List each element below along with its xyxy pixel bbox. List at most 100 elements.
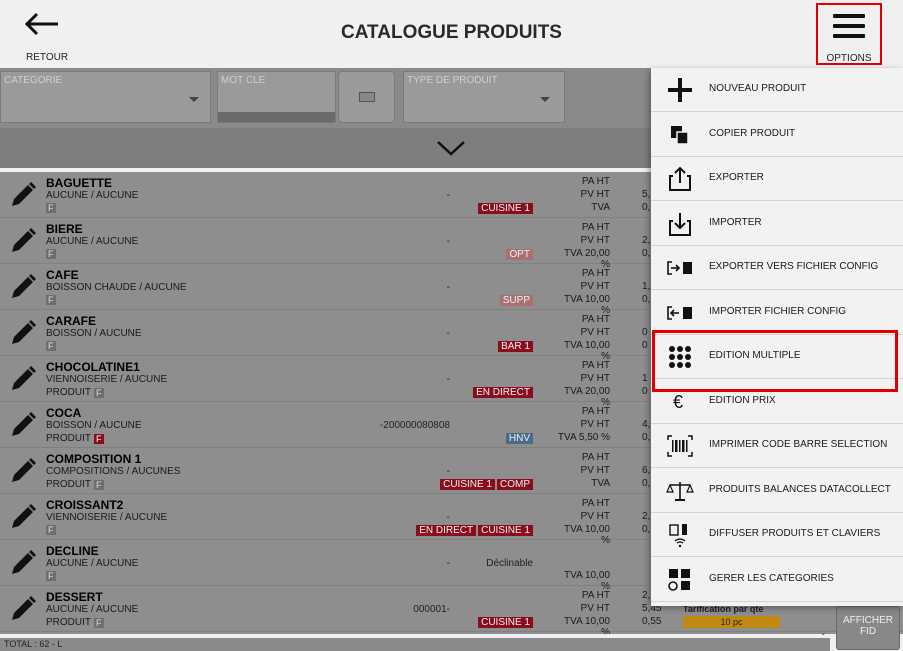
tva-value: 0, (642, 294, 651, 305)
pv-label: PV HT (580, 465, 610, 476)
show-fid-line1: AFFICHER (843, 615, 893, 626)
pa-label: PA HT (581, 498, 610, 509)
product-type: F (46, 341, 56, 351)
pv-value: 1, (642, 281, 651, 292)
menu-item-broadcast[interactable]: DIFFUSER PRODUITS ET CLAVIERS (651, 513, 903, 557)
f-badge: F (94, 479, 104, 490)
edit-pencil-icon[interactable] (8, 410, 38, 445)
product-category: VIENNOISERIE / AUCUNE (46, 512, 168, 523)
hamburger-icon (833, 14, 865, 44)
keyword-input[interactable]: MOT CLE (217, 71, 336, 123)
menu-item-multi-edit[interactable]: EDITION MULTIPLE (651, 335, 903, 379)
import-config-icon (665, 299, 695, 327)
pa-value: 2, (642, 590, 651, 601)
menu-item-label: DIFFUSER PRODUITS ET CLAVIERS (709, 528, 881, 539)
menu-item-label: IMPORTER FICHIER CONFIG (709, 305, 847, 317)
pricing-value: 10 pc (683, 616, 780, 628)
edit-pencil-icon[interactable] (8, 318, 38, 353)
product-tag: CUISINE 1 (478, 617, 533, 628)
f-badge: F (46, 203, 56, 213)
product-tags: CUISINE 1 (478, 617, 533, 628)
product-category: COMPOSITIONS / AUCUNES (46, 466, 181, 477)
product-type-label: PRODUIT (46, 387, 91, 398)
pv-label: PV HT (580, 603, 610, 614)
pa-label: PA HT (581, 176, 610, 187)
menu-item-label: EDITION MULTIPLE (709, 350, 801, 361)
pv-value: 2, (642, 511, 651, 522)
tva-value: 0, (642, 524, 651, 535)
menu-item-euro[interactable]: € EDITION PRIX (651, 380, 903, 424)
show-fid-line2: FID (859, 626, 877, 637)
product-type: PRODUIT F (46, 387, 104, 398)
pa-label: PA HT (581, 360, 610, 371)
euro-icon: € (665, 388, 695, 416)
product-tags: OPT (506, 249, 533, 260)
menu-item-scale[interactable]: PRODUITS BALANCES DATACOLLECT (651, 469, 903, 513)
menu-item-export-config[interactable]: EXPORTER VERS FICHIER CONFIG (651, 246, 903, 290)
tva-value: 0,55 (642, 616, 662, 627)
options-button[interactable]: OPTIONS (816, 3, 882, 65)
menu-item-barcode[interactable]: IMPRIMER CODE BARRE SELECTION (651, 424, 903, 468)
plus-icon (665, 76, 695, 104)
product-barcode: - (446, 328, 450, 339)
product-type: F (46, 295, 56, 305)
edit-pencil-icon[interactable] (8, 364, 38, 399)
options-label: OPTIONS (826, 53, 872, 64)
product-tags: HNV (505, 433, 533, 444)
product-name: CAFE (46, 268, 79, 282)
multi-edit-icon (665, 343, 695, 371)
edit-pencil-icon[interactable] (8, 180, 38, 215)
show-fid-button[interactable]: AFFICHER FID (836, 606, 900, 650)
menu-item-categories[interactable]: GERER LES CATEGORIES (651, 558, 903, 602)
product-row[interactable]: DESSERT 1/2/CAFECHOU (0, 632, 903, 634)
product-tag: SUPP (499, 295, 533, 306)
menu-item-import[interactable]: IMPORTER (651, 202, 903, 246)
pv-value: 0 (642, 327, 648, 338)
menu-item-plus[interactable]: NOUVEAU PRODUIT (651, 68, 903, 112)
pv-label: PV HT (580, 419, 610, 430)
chevron-down-icon (540, 97, 550, 102)
f-badge: F (46, 571, 56, 581)
edit-pencil-icon[interactable] (8, 456, 38, 491)
menu-item-label: IMPORTER (709, 216, 762, 228)
product-type-select[interactable]: TYPE DE PRODUIT (403, 71, 565, 123)
menu-item-label: IMPRIMER CODE BARRE SELECTION (709, 439, 888, 450)
import-icon (665, 210, 695, 238)
keyboard-icon (359, 92, 375, 102)
product-category: AUCUNE / AUCUNE (46, 558, 139, 569)
product-tags: CUISINE 1 (478, 203, 533, 214)
product-tag: EN DIRECT (416, 525, 477, 536)
product-barcode: - (446, 512, 450, 523)
f-badge: F (94, 433, 104, 444)
product-category: BOISSON / AUCUNE (46, 420, 142, 431)
edit-pencil-icon[interactable] (8, 226, 38, 261)
pv-label: PV HT (580, 281, 610, 292)
pv-value: 6, (642, 465, 651, 476)
menu-item-export[interactable]: EXPORTER (651, 157, 903, 201)
product-tags: EN DIRECT CUISINE 1 (416, 525, 533, 536)
product-name: DECLINE (46, 544, 99, 558)
product-tags: EN DIRECT (473, 387, 533, 398)
product-name: BAGUETTE (46, 176, 112, 190)
edit-pencil-icon[interactable] (8, 502, 38, 537)
scroll-down-icon[interactable]: ⌄ (820, 628, 827, 637)
product-name: DESSERT (46, 590, 103, 604)
f-badge: F (46, 341, 56, 351)
product-barcode: - (446, 558, 450, 569)
pa-label: PA HT (581, 314, 610, 325)
menu-item-import-config[interactable]: IMPORTER FICHIER CONFIG (651, 291, 903, 335)
menu-item-label: COPIER PRODUIT (709, 127, 796, 139)
edit-pencil-icon[interactable] (8, 594, 38, 629)
tva-label: TVA 5,50 % (557, 432, 610, 443)
pa-label: PA HT (581, 268, 610, 279)
edit-pencil-icon[interactable] (8, 272, 38, 307)
menu-item-copy[interactable]: COPIER PRODUIT (651, 113, 903, 157)
product-category: AUCUNE / AUCUNE (46, 604, 139, 615)
keyboard-button[interactable] (338, 71, 395, 123)
menu-item-label: PRODUITS BALANCES DATACOLLECT (709, 483, 891, 495)
edit-pencil-icon[interactable] (8, 548, 38, 583)
tva-value: 0, (642, 432, 651, 443)
pv-value: 4, (642, 419, 651, 430)
pv-label: PV HT (580, 189, 610, 200)
category-select[interactable]: CATEGORIE (0, 71, 211, 123)
